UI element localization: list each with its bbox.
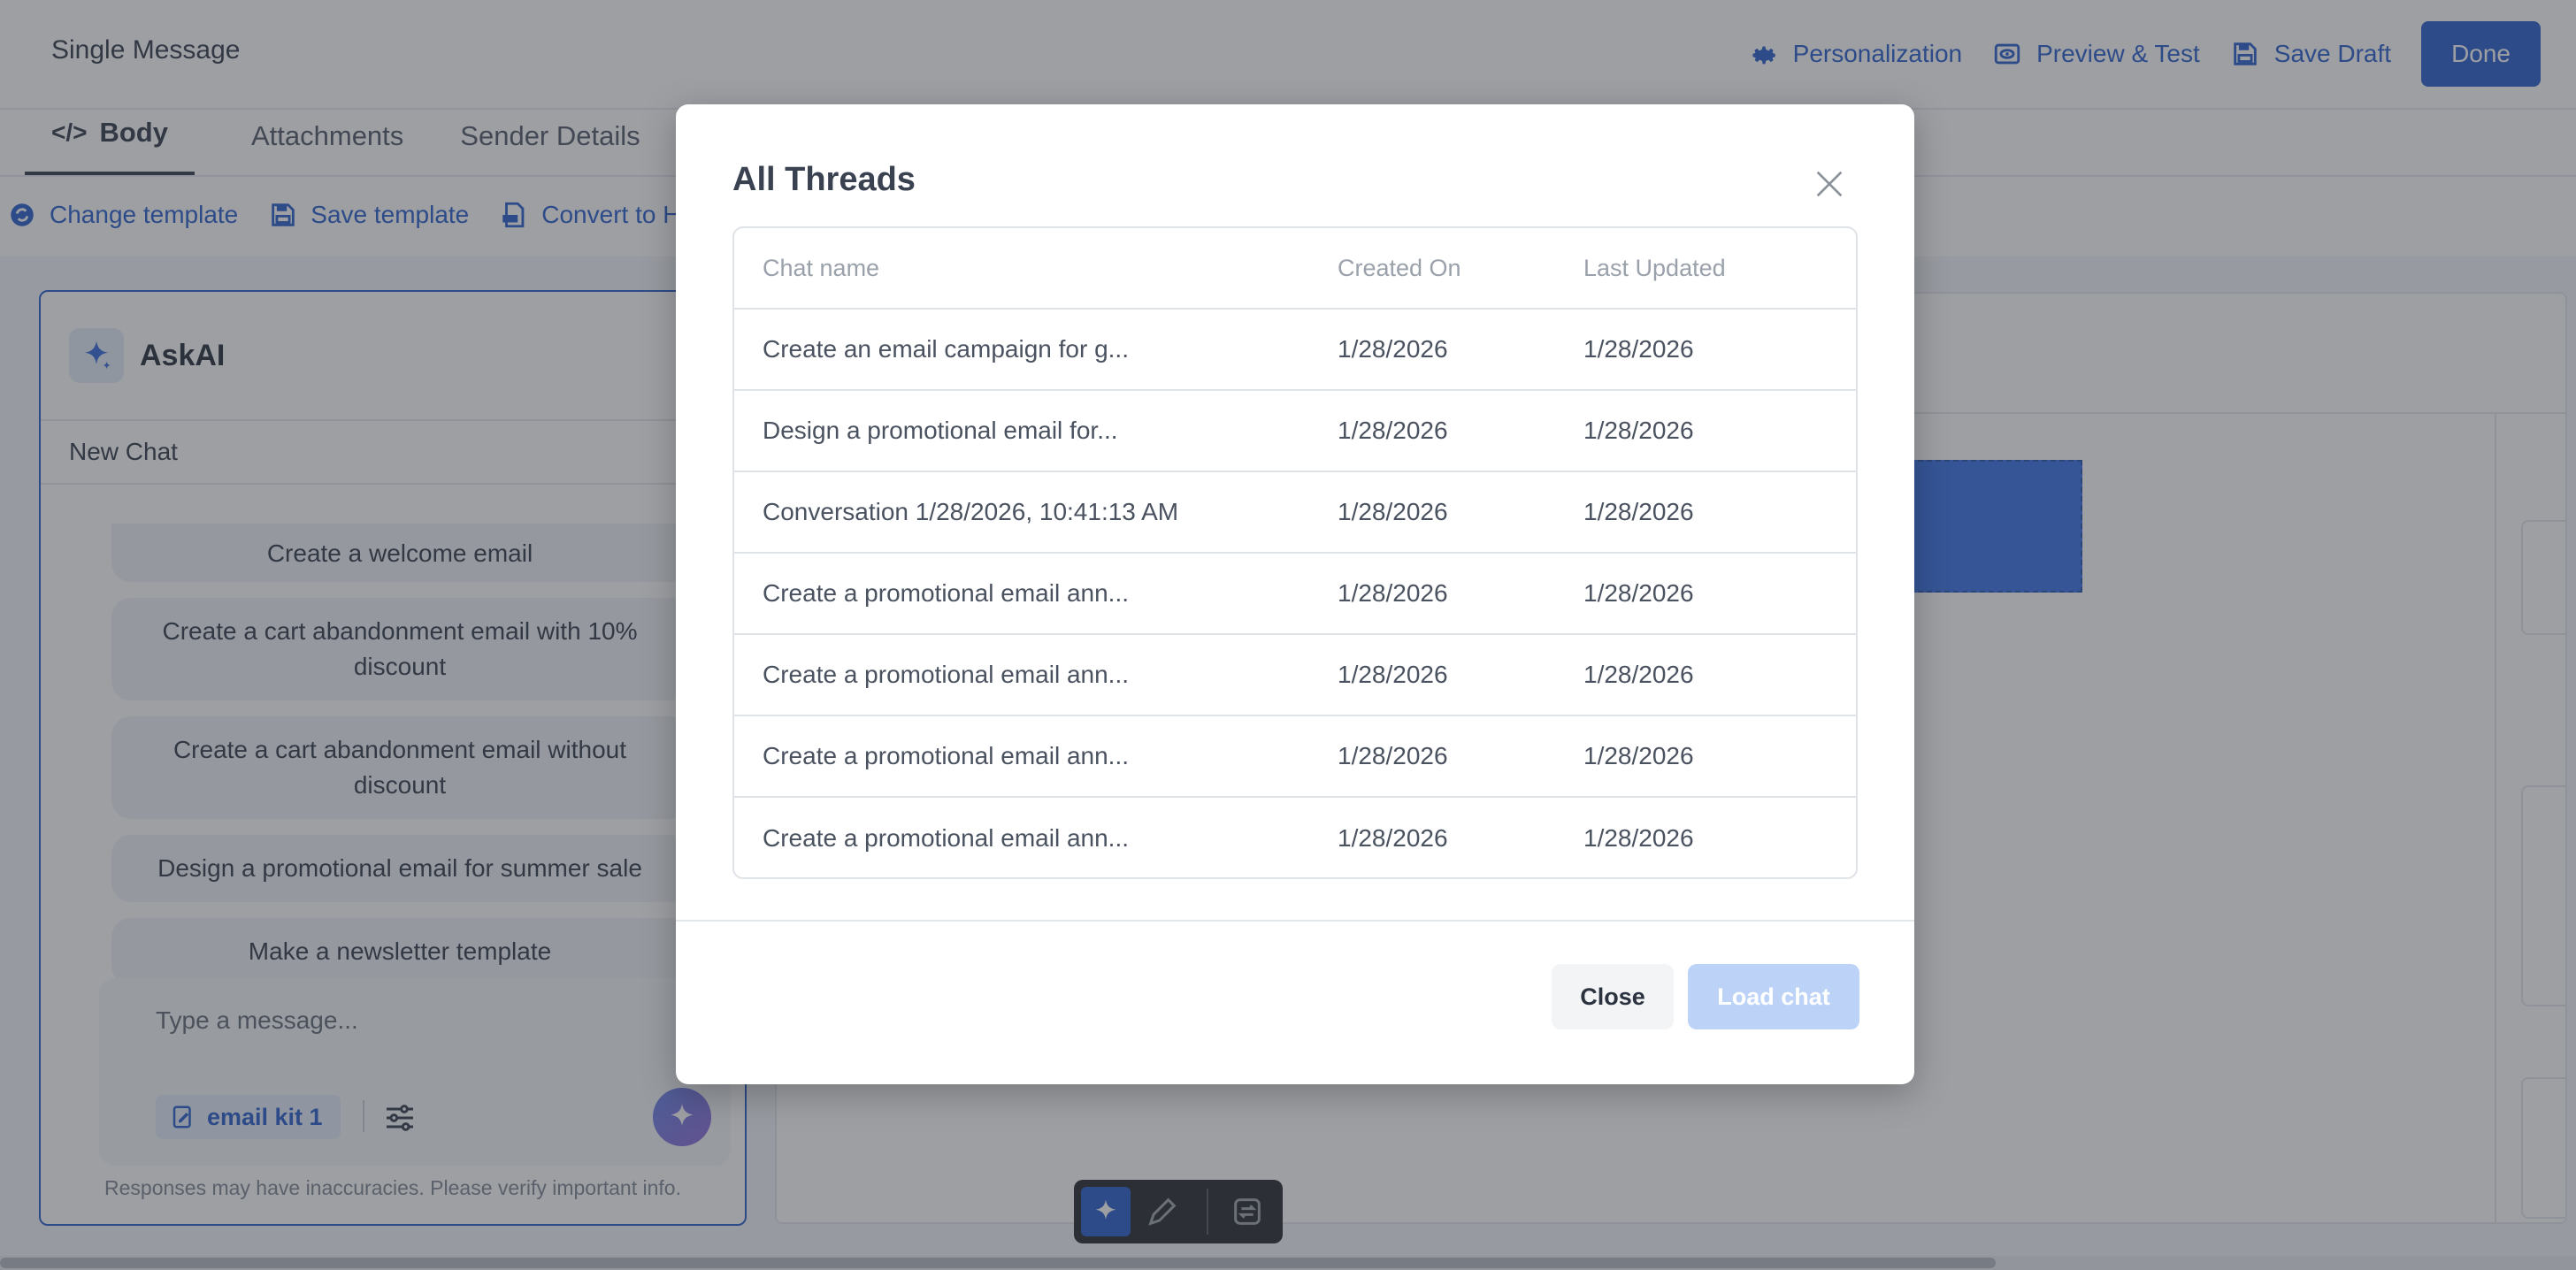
- column-header-last-updated: Last Updated: [1583, 254, 1726, 281]
- chat-name-cell: Design a promotional email for...: [763, 417, 1118, 444]
- last-updated-cell: 1/28/2026: [1583, 824, 1694, 852]
- chat-name-cell: Create an email campaign for g...: [763, 335, 1129, 363]
- table-row[interactable]: Create a promotional email ann... 1/28/2…: [734, 798, 1856, 877]
- chat-name-cell: Create a promotional email ann...: [763, 742, 1129, 769]
- chat-name-cell: Create a promotional email ann...: [763, 661, 1129, 688]
- last-updated-cell: 1/28/2026: [1583, 742, 1694, 769]
- table-header-row: Chat name Created On Last Updated: [734, 228, 1856, 310]
- chat-name-cell: Conversation 1/28/2026, 10:41:13 AM: [763, 498, 1179, 525]
- close-icon[interactable]: [1812, 166, 1847, 202]
- created-on-cell: 1/28/2026: [1338, 824, 1448, 852]
- created-on-cell: 1/28/2026: [1338, 742, 1448, 769]
- table-row[interactable]: Design a promotional email for... 1/28/2…: [734, 391, 1856, 472]
- modal-footer-divider: [676, 920, 1914, 922]
- modal-title: All Threads: [732, 161, 916, 198]
- created-on-cell: 1/28/2026: [1338, 335, 1448, 363]
- load-chat-button[interactable]: Load chat: [1688, 964, 1859, 1029]
- table-row[interactable]: Create a promotional email ann... 1/28/2…: [734, 716, 1856, 798]
- close-button[interactable]: Close: [1552, 964, 1674, 1029]
- table-row[interactable]: Create a promotional email ann... 1/28/2…: [734, 635, 1856, 716]
- last-updated-cell: 1/28/2026: [1583, 335, 1694, 363]
- column-header-chat-name: Chat name: [763, 254, 880, 281]
- table-row[interactable]: Create a promotional email ann... 1/28/2…: [734, 554, 1856, 635]
- last-updated-cell: 1/28/2026: [1583, 417, 1694, 444]
- all-threads-modal: All Threads Chat name Created On Last Up…: [676, 104, 1914, 1084]
- last-updated-cell: 1/28/2026: [1583, 661, 1694, 688]
- chat-name-cell: Create a promotional email ann...: [763, 824, 1129, 852]
- created-on-cell: 1/28/2026: [1338, 417, 1448, 444]
- created-on-cell: 1/28/2026: [1338, 498, 1448, 525]
- table-row[interactable]: Conversation 1/28/2026, 10:41:13 AM 1/28…: [734, 472, 1856, 554]
- table-row[interactable]: Create an email campaign for g... 1/28/2…: [734, 310, 1856, 391]
- created-on-cell: 1/28/2026: [1338, 661, 1448, 688]
- created-on-cell: 1/28/2026: [1338, 579, 1448, 607]
- last-updated-cell: 1/28/2026: [1583, 579, 1694, 607]
- column-header-created-on: Created On: [1338, 254, 1461, 281]
- last-updated-cell: 1/28/2026: [1583, 498, 1694, 525]
- chat-name-cell: Create a promotional email ann...: [763, 579, 1129, 607]
- threads-table: Chat name Created On Last Updated Create…: [732, 226, 1858, 879]
